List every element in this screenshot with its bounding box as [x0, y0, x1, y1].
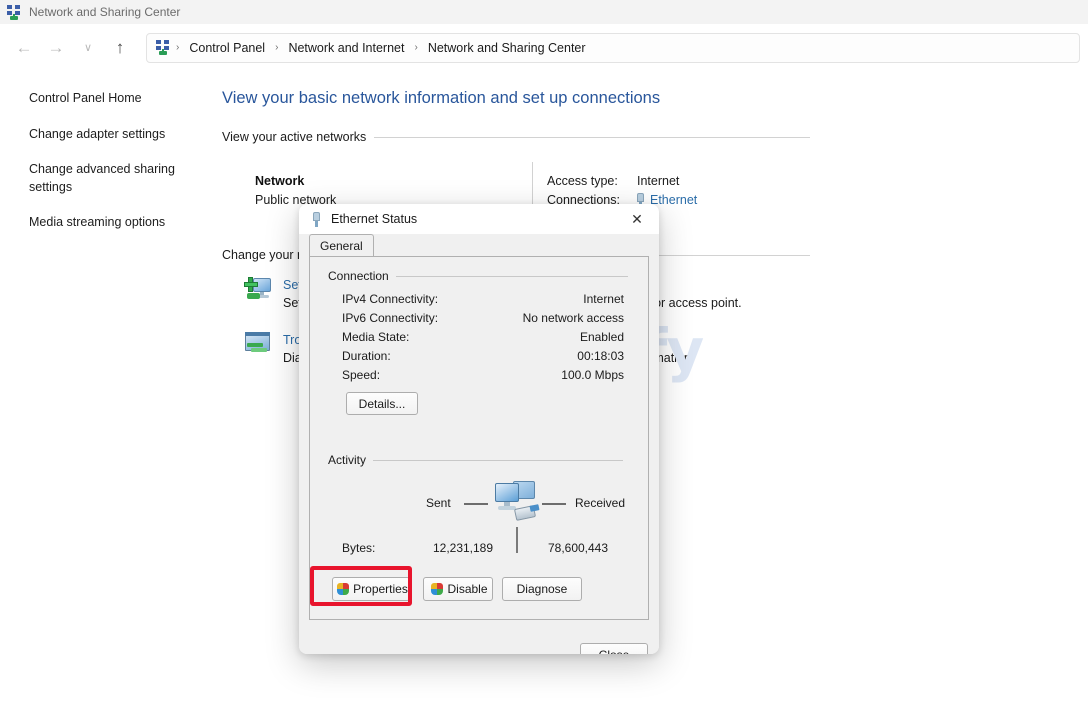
breadcrumb-separator: ›	[414, 42, 418, 53]
media-state-value: Enabled	[579, 330, 624, 344]
network-icon	[6, 4, 22, 20]
sent-label: Sent	[426, 496, 451, 510]
breadcrumb-separator: ›	[176, 42, 180, 53]
address-bar-network-icon	[155, 40, 171, 55]
breadcrumb-separator: ›	[275, 42, 279, 53]
divider	[374, 136, 810, 138]
tab-general[interactable]: General	[309, 234, 374, 256]
close-icon[interactable]: ✕	[615, 204, 659, 234]
activity-graphic: Sent Received Bytes: 12,231,189 78,600,4…	[310, 463, 650, 555]
bytes-label: Bytes:	[342, 541, 376, 555]
disable-button[interactable]: Disable	[423, 577, 493, 601]
tab-strip: General	[299, 234, 659, 256]
close-button[interactable]: Close	[580, 643, 648, 654]
shield-icon	[430, 583, 443, 596]
dialog-title: Ethernet Status	[331, 212, 418, 226]
tab-page-general: Connection IPv4 Connectivity: Internet I…	[309, 256, 649, 620]
connection-group-header: Connection	[328, 269, 634, 283]
app-window: Network and Sharing Center ← → ∨ ↑ › Con…	[0, 0, 1088, 701]
ipv4-connectivity-value: Internet	[583, 292, 624, 306]
bytes-received-value: 78,600,443	[547, 541, 609, 555]
details-button[interactable]: Details...	[346, 392, 418, 415]
duration-value: 00:18:03	[577, 349, 624, 363]
access-type-label: Access type:	[547, 174, 618, 188]
properties-button-label: Properties	[353, 582, 408, 596]
window-title-bar: Network and Sharing Center	[0, 0, 1088, 24]
dialog-title-bar: Ethernet Status ✕	[299, 204, 659, 234]
properties-button[interactable]: Properties	[332, 577, 410, 601]
ipv6-connectivity-value: No network access	[522, 311, 624, 325]
speed-value: 100.0 Mbps	[561, 368, 624, 382]
ethernet-status-dialog: Ethernet Status ✕ General Connection IPv…	[299, 204, 659, 654]
media-state-label: Media State:	[342, 330, 410, 344]
received-label: Received	[575, 496, 626, 510]
forward-icon[interactable]: →	[40, 32, 72, 64]
active-networks-label: View your active networks	[222, 130, 367, 144]
back-icon[interactable]: ←	[8, 32, 40, 64]
breadcrumb-network-and-sharing-center[interactable]: Network and Sharing Center	[423, 39, 591, 57]
divider	[395, 275, 628, 277]
ethernet-plug-icon	[311, 211, 322, 227]
connection-group-label: Connection	[328, 269, 389, 283]
divider	[542, 503, 566, 505]
recent-locations-chevron-down-icon[interactable]: ∨	[72, 32, 104, 64]
sidebar-item-control-panel-home[interactable]: Control Panel Home	[29, 89, 189, 107]
sidebar-item-change-adapter-settings[interactable]: Change adapter settings	[29, 125, 189, 143]
shield-icon	[336, 583, 349, 596]
duration-label: Duration:	[342, 349, 391, 363]
dialog-body: General Connection IPv4 Connectivity: In…	[299, 234, 659, 654]
ipv6-connectivity-label: IPv6 Connectivity:	[342, 311, 439, 325]
divider	[516, 527, 518, 553]
disable-button-label: Disable	[447, 582, 488, 596]
up-arrow-icon[interactable]: ↑	[104, 32, 136, 64]
diagnose-button[interactable]: Diagnose	[502, 577, 582, 601]
address-bar[interactable]: › Control Panel › Network and Internet ›…	[146, 32, 1080, 63]
connections-ethernet-link[interactable]: Ethernet	[650, 193, 697, 207]
divider	[373, 459, 624, 461]
troubleshoot-icon	[244, 331, 272, 355]
access-type-value: Internet	[637, 174, 680, 188]
bytes-sent-value: 12,231,189	[432, 541, 494, 555]
window-title: Network and Sharing Center	[29, 5, 181, 19]
breadcrumb-control-panel[interactable]: Control Panel	[184, 39, 270, 57]
sidebar-item-media-streaming-options[interactable]: Media streaming options	[29, 213, 189, 231]
setup-connection-icon	[244, 276, 272, 302]
navigation-bar: ← → ∨ ↑ › Control Panel › Network and In…	[0, 24, 1088, 71]
speed-label: Speed:	[342, 368, 381, 382]
sidebar: Control Panel Home Change adapter settin…	[0, 71, 210, 701]
sidebar-item-change-advanced-sharing-settings[interactable]: Change advanced sharing settings	[29, 160, 189, 196]
ipv4-connectivity-label: IPv4 Connectivity:	[342, 292, 439, 306]
divider	[464, 503, 488, 505]
breadcrumb-network-and-internet[interactable]: Network and Internet	[283, 39, 409, 57]
computer-network-icon	[493, 479, 541, 525]
active-networks-header: View your active networks	[222, 130, 810, 144]
page-title: View your basic network information and …	[222, 89, 661, 107]
network-name: Network	[255, 174, 305, 188]
